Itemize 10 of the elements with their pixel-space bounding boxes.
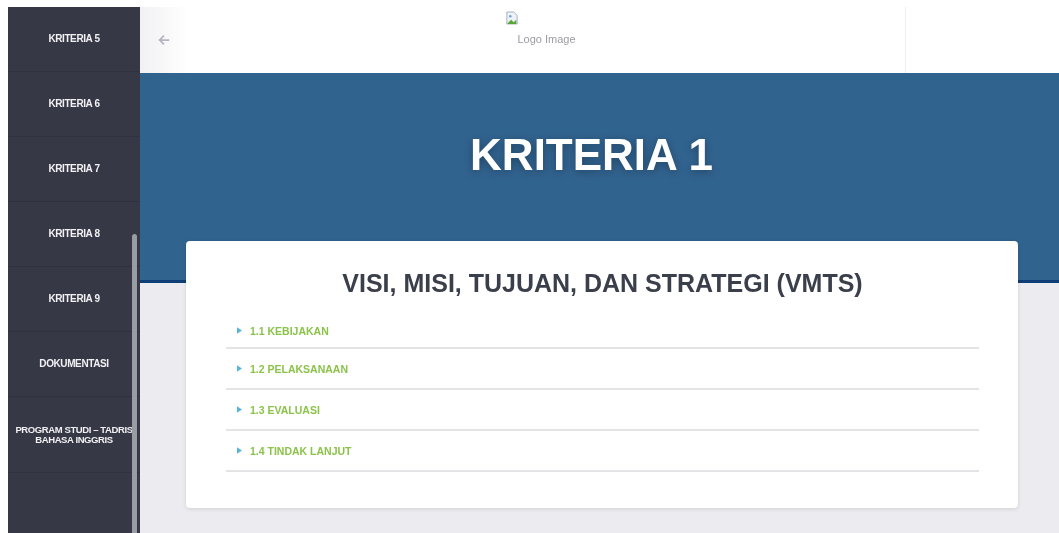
logo-alt-text: Logo Image	[517, 33, 576, 45]
back-arrow-icon[interactable]	[157, 33, 171, 47]
caret-icon	[237, 406, 242, 413]
card-title: VISI, MISI, TUJUAN, DAN STRATEGI (VMTS)	[341, 269, 864, 298]
broken-image-icon	[505, 11, 518, 25]
caret-icon	[237, 327, 242, 334]
scrollbar-thumb[interactable]	[132, 234, 137, 533]
page-title: KRITERIA 1	[470, 130, 713, 181]
caret-icon	[237, 447, 242, 454]
caret-icon	[237, 365, 242, 372]
